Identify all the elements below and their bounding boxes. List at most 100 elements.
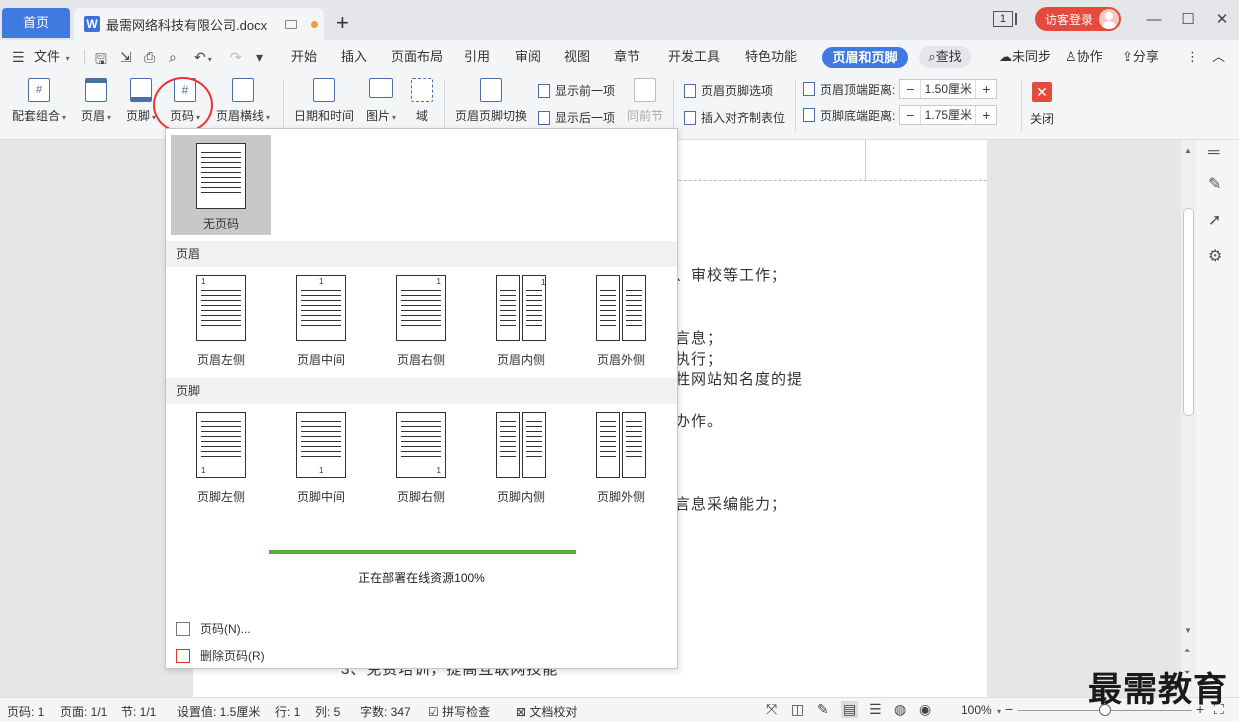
web-view-icon[interactable]: ◍ <box>894 701 906 718</box>
share-button[interactable]: ⇪分享 <box>1122 40 1159 74</box>
increment-button[interactable]: + <box>976 80 996 98</box>
settings-sliders-icon[interactable]: ⚙ <box>1208 246 1222 266</box>
status-section[interactable]: 节: 1/1 <box>121 703 156 720</box>
status-pages[interactable]: 页面: 1/1 <box>60 703 107 720</box>
header-distance-value[interactable]: 1.50厘米 <box>920 80 977 98</box>
maximize-button[interactable]: ☐ <box>1171 10 1205 28</box>
collapse-ribbon-icon[interactable]: ︿ <box>1212 40 1225 74</box>
document-tab-title: 最需网络科技有限公司.docx <box>106 17 268 33</box>
status-page[interactable]: 页码: 1 <box>7 703 44 720</box>
minimize-button[interactable]: — <box>1137 11 1171 28</box>
footer-right-option[interactable]: 1 页脚右侧 <box>371 412 471 505</box>
menu-section[interactable]: 章节 <box>614 40 640 74</box>
footer-left-option[interactable]: 1 页脚左侧 <box>171 412 271 505</box>
collab-button[interactable]: ♙协作 <box>1065 40 1103 74</box>
outline-view-icon[interactable]: ☰ <box>869 701 882 718</box>
header-distance-stepper[interactable]: − 1.50厘米 + <box>899 79 998 99</box>
monitor-icon[interactable] <box>285 19 298 29</box>
undo-icon[interactable]: ↶ ▾ <box>194 49 212 66</box>
menu-insert[interactable]: 插入 <box>341 40 367 74</box>
decrement-button[interactable]: − <box>900 106 920 124</box>
delete-page-number-item[interactable]: 删除页码(R) <box>176 647 265 664</box>
no-page-number-option[interactable]: 无页码 <box>171 135 271 235</box>
header-inside-option[interactable]: 1 页眉内侧 <box>471 275 571 368</box>
panel-handle-icon[interactable]: ═ <box>1208 144 1219 162</box>
menu-home[interactable]: 开始 <box>291 40 317 74</box>
scroll-thumb[interactable] <box>1183 208 1194 416</box>
close-window-button[interactable]: ✕ <box>1205 10 1239 28</box>
customize-icon[interactable]: ▾ <box>256 49 263 66</box>
footer-distance-stepper[interactable]: − 1.75厘米 + <box>899 105 998 125</box>
menu-view[interactable]: 视图 <box>564 40 590 74</box>
hamburger-icon[interactable]: ☰ <box>12 49 25 66</box>
page-view-icon[interactable]: ▤ <box>841 701 859 718</box>
new-tab-button[interactable]: + <box>336 10 349 36</box>
tab-home[interactable]: 首页 <box>2 8 70 38</box>
scroll-up-icon[interactable]: ▲ <box>1184 146 1192 155</box>
header-footer-options-button[interactable]: 页眉页脚选项 <box>684 82 773 99</box>
header-right-option[interactable]: 1 页眉右侧 <box>371 275 471 368</box>
header-button[interactable]: 页眉 ▾ <box>78 78 114 124</box>
status-row[interactable]: 行: 1 <box>275 703 300 720</box>
combo-button[interactable]: # 配套组合 ▾ <box>10 78 68 124</box>
zoom-out-icon[interactable]: − <box>1005 701 1013 717</box>
reading-mode-icon[interactable]: ◫ <box>791 701 804 718</box>
footer-distance-value[interactable]: 1.75厘米 <box>920 106 977 124</box>
menu-header-footer[interactable]: 页眉和页脚 <box>822 47 908 68</box>
menu-features[interactable]: 特色功能 <box>745 40 797 74</box>
footer-center-option[interactable]: 1 页脚中间 <box>271 412 371 505</box>
footer-inside-option[interactable]: 页脚内侧 <box>471 412 571 505</box>
tab-document[interactable]: W 最需网络科技有限公司.docx <box>74 8 324 40</box>
menu-file[interactable]: 文件 ▾ <box>34 40 70 74</box>
menu-layout[interactable]: 页面布局 <box>391 40 443 74</box>
more-icon[interactable]: ⋮ <box>1186 40 1199 74</box>
print-preview-icon[interactable]: ⌕ <box>169 49 177 66</box>
header-line-button[interactable]: 页眉横线 ▾ <box>214 78 272 124</box>
increment-button[interactable]: + <box>976 106 996 124</box>
datetime-button[interactable]: 日期和时间 <box>293 78 355 124</box>
redo-icon[interactable]: ↷ <box>230 49 242 66</box>
insert-align-tab-button[interactable]: 插入对齐制表位 <box>684 109 785 126</box>
spell-check-icon: ☑ <box>428 705 439 719</box>
close-header-footer-button[interactable]: 关闭 <box>1030 110 1054 127</box>
field-button[interactable]: 域 <box>410 78 434 124</box>
header-center-option[interactable]: 1 页眉中间 <box>271 275 371 368</box>
prev-page-icon[interactable]: ⏶ <box>1184 646 1190 656</box>
scroll-down-icon[interactable]: ▼ <box>1184 626 1192 635</box>
decrement-button[interactable]: − <box>900 80 920 98</box>
window-count-badge[interactable]: 1 <box>992 11 1017 27</box>
save-icon[interactable]: 🖫 <box>95 49 107 73</box>
header-right-label: 页眉右侧 <box>396 353 445 367</box>
pen-icon[interactable]: ✎ <box>1208 174 1221 194</box>
spell-check-button[interactable]: ☑ 拼写检查 <box>428 703 490 720</box>
status-words[interactable]: 字数: 347 <box>360 703 411 720</box>
close-icon[interactable]: ✕ <box>1032 82 1052 102</box>
menu-developer[interactable]: 开发工具 <box>668 40 720 74</box>
sync-button[interactable]: ☁未同步 <box>999 40 1051 74</box>
header-outside-option[interactable]: 页眉外侧 <box>571 275 671 368</box>
menu-references[interactable]: 引用 <box>464 40 490 74</box>
proofread-button[interactable]: ⊠ 文档校对 <box>516 703 577 720</box>
search-button[interactable]: ⌕查找 <box>919 46 971 68</box>
fullscreen-icon[interactable]: ⤧ <box>766 701 777 718</box>
menu-review[interactable]: 审阅 <box>515 40 541 74</box>
zoom-level[interactable]: 100% ▾ <box>961 703 1001 717</box>
page-number-settings-item[interactable]: 页码(N)... <box>176 620 251 637</box>
vertical-scrollbar[interactable]: ▲ ▼ ⏶ ⏷ <box>1181 140 1196 697</box>
footer-outside-option[interactable]: 页脚外侧 <box>571 412 671 505</box>
footer-label: 页脚 <box>125 109 150 123</box>
pen-mode-icon[interactable]: ✎ <box>817 701 829 718</box>
header-left-option[interactable]: 1 页眉左侧 <box>171 275 271 368</box>
show-next-button[interactable]: 显示后一项 <box>538 109 615 126</box>
status-setting[interactable]: 设置值: 1.5厘米 <box>177 703 260 720</box>
login-button[interactable]: 访客登录 <box>1034 7 1121 31</box>
status-col[interactable]: 列: 5 <box>315 703 340 720</box>
picture-button[interactable]: 图片 ▾ <box>363 78 399 124</box>
header-footer-switch-button[interactable]: 页眉页脚切换 <box>454 78 528 124</box>
print-icon[interactable]: ⎙ <box>144 49 155 66</box>
show-prev-button[interactable]: 显示前一项 <box>538 82 615 99</box>
cursor-icon[interactable]: ➚ <box>1208 210 1221 230</box>
same-as-previous-button[interactable]: 同前节 <box>626 78 664 124</box>
export-icon[interactable]: ⇲ <box>120 49 132 66</box>
eye-protection-icon[interactable]: ◉ <box>919 701 931 718</box>
